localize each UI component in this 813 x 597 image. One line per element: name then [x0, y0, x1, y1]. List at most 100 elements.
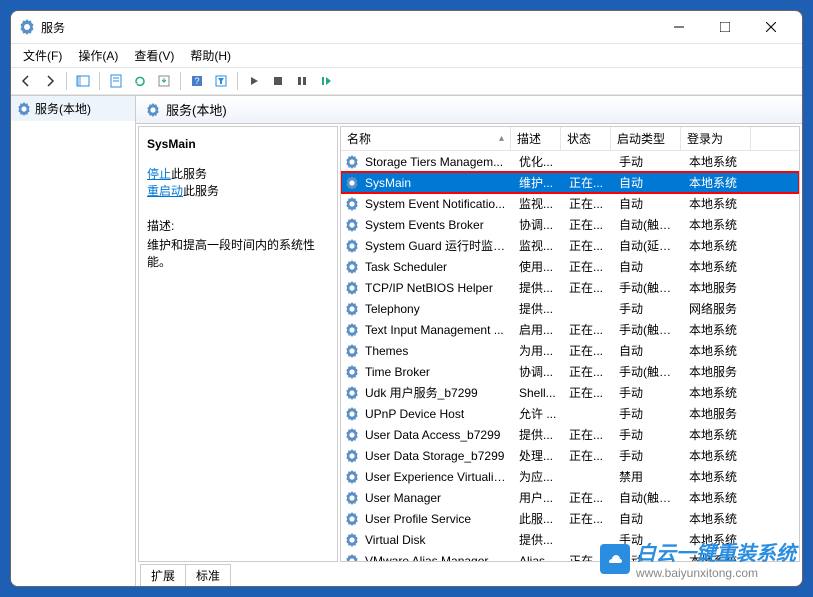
gear-icon: [146, 103, 160, 117]
menu-action[interactable]: 操作(A): [70, 44, 126, 67]
refresh-button[interactable]: [129, 70, 151, 92]
service-row[interactable]: User Manager用户...正在...自动(触发...本地系统: [341, 487, 799, 508]
gear-icon: [345, 176, 359, 190]
gear-icon: [345, 554, 359, 562]
service-row[interactable]: User Experience Virtualiz...为应...禁用本地系统: [341, 466, 799, 487]
service-row[interactable]: System Guard 运行时监视...监视...正在...自动(延迟...本…: [341, 235, 799, 256]
window-title: 服务: [41, 19, 656, 36]
export-button[interactable]: [153, 70, 175, 92]
cell-status: 正在...: [563, 321, 613, 338]
column-startup-type[interactable]: 启动类型: [611, 127, 681, 150]
cell-name: Virtual Disk: [359, 533, 513, 547]
back-button[interactable]: [15, 70, 37, 92]
close-button[interactable]: [748, 12, 794, 42]
menu-help[interactable]: 帮助(H): [182, 44, 239, 67]
service-row[interactable]: Telephony提供...手动网络服务: [341, 298, 799, 319]
cell-name: Telephony: [359, 302, 513, 316]
cell-desc: 为用...: [513, 342, 563, 359]
cell-logon: 本地系统: [683, 468, 753, 485]
restart-link[interactable]: 重启动: [147, 184, 183, 198]
service-row[interactable]: Storage Tiers Managem...优化...手动本地系统: [341, 151, 799, 172]
cell-desc: 处理...: [513, 447, 563, 464]
minimize-button[interactable]: [656, 12, 702, 42]
cell-status: 正在...: [563, 258, 613, 275]
content-header: 服务(本地): [136, 96, 802, 124]
service-row[interactable]: User Profile Service此服...正在...自动本地系统: [341, 508, 799, 529]
maximize-button[interactable]: [702, 12, 748, 42]
gear-icon: [345, 323, 359, 337]
stop-link[interactable]: 停止: [147, 167, 171, 181]
cell-desc: 协调...: [513, 216, 563, 233]
pause-service-button[interactable]: [291, 70, 313, 92]
cell-status: 正在...: [563, 447, 613, 464]
cell-startup: 禁用: [613, 468, 683, 485]
titlebar: 服务: [11, 11, 802, 43]
filter-button[interactable]: [210, 70, 232, 92]
cell-desc: 提供...: [513, 300, 563, 317]
service-row[interactable]: Task Scheduler使用...正在...自动本地系统: [341, 256, 799, 277]
cell-startup: 自动(延迟...: [613, 237, 683, 254]
cell-startup: 手动: [613, 426, 683, 443]
cell-name: System Guard 运行时监视...: [359, 237, 513, 254]
tab-standard[interactable]: 标准: [185, 564, 231, 586]
start-service-button[interactable]: [243, 70, 265, 92]
menu-file[interactable]: 文件(F): [15, 44, 70, 67]
service-row[interactable]: System Event Notificatio...监视...正在...自动本…: [341, 193, 799, 214]
cell-status: 正在...: [563, 363, 613, 380]
help-button[interactable]: ?: [186, 70, 208, 92]
tree-root-item[interactable]: 服务(本地): [11, 96, 135, 121]
cell-name: System Events Broker: [359, 218, 513, 232]
tree-pane: 服务(本地): [11, 96, 136, 586]
menubar: 文件(F) 操作(A) 查看(V) 帮助(H): [11, 43, 802, 67]
cell-logon: 本地系统: [683, 489, 753, 506]
cell-status: 正在...: [563, 489, 613, 506]
detail-service-name: SysMain: [147, 137, 329, 151]
cell-status: 正在...: [563, 510, 613, 527]
service-row[interactable]: TCP/IP NetBIOS Helper提供...正在...手动(触发...本…: [341, 277, 799, 298]
service-row[interactable]: UPnP Device Host允许 ...手动本地服务: [341, 403, 799, 424]
cell-logon: 本地系统: [683, 153, 753, 170]
cell-startup: 手动: [613, 384, 683, 401]
service-row[interactable]: Udk 用户服务_b7299Shell...正在...手动本地系统: [341, 382, 799, 403]
stop-service-button[interactable]: [267, 70, 289, 92]
cell-startup: 手动(触发...: [613, 363, 683, 380]
gear-icon: [345, 218, 359, 232]
cell-status: 正在...: [563, 195, 613, 212]
service-list[interactable]: Storage Tiers Managem...优化...手动本地系统SysMa…: [341, 151, 799, 561]
cell-desc: 提供...: [513, 279, 563, 296]
cell-name: User Profile Service: [359, 512, 513, 526]
forward-button[interactable]: [39, 70, 61, 92]
column-logon[interactable]: 登录为: [681, 127, 751, 150]
column-name[interactable]: 名称▴: [341, 127, 511, 150]
gear-icon: [345, 260, 359, 274]
menu-view[interactable]: 查看(V): [126, 44, 182, 67]
service-row[interactable]: User Data Access_b7299提供...正在...手动本地系统: [341, 424, 799, 445]
tab-extended[interactable]: 扩展: [140, 564, 186, 586]
cell-logon: 本地系统: [683, 384, 753, 401]
service-row[interactable]: Text Input Management ...启用...正在...手动(触发…: [341, 319, 799, 340]
cell-startup: 自动: [613, 258, 683, 275]
column-description[interactable]: 描述: [511, 127, 561, 150]
cell-name: Text Input Management ...: [359, 323, 513, 337]
properties-button[interactable]: [105, 70, 127, 92]
cell-desc: 为应...: [513, 468, 563, 485]
service-row[interactable]: SysMain维护...正在...自动本地系统: [341, 172, 799, 193]
service-row[interactable]: User Data Storage_b7299处理...正在...手动本地系统: [341, 445, 799, 466]
cell-startup: 自动: [613, 195, 683, 212]
gear-icon: [345, 428, 359, 442]
gear-icon: [345, 512, 359, 526]
cell-name: Udk 用户服务_b7299: [359, 384, 513, 401]
cell-startup: 自动: [613, 510, 683, 527]
service-row[interactable]: Time Broker协调...正在...手动(触发...本地服务: [341, 361, 799, 382]
gear-icon: [17, 102, 31, 116]
column-status[interactable]: 状态: [561, 127, 611, 150]
gear-icon: [345, 239, 359, 253]
cell-startup: 手动: [613, 153, 683, 170]
cell-status: 正在...: [563, 384, 613, 401]
restart-service-button[interactable]: [315, 70, 337, 92]
show-hide-tree-button[interactable]: [72, 70, 94, 92]
watermark-url: www.baiyunxitong.com: [636, 566, 796, 580]
service-row[interactable]: Themes为用...正在...自动本地系统: [341, 340, 799, 361]
service-row[interactable]: System Events Broker协调...正在...自动(触发...本地…: [341, 214, 799, 235]
cell-name: Time Broker: [359, 365, 513, 379]
